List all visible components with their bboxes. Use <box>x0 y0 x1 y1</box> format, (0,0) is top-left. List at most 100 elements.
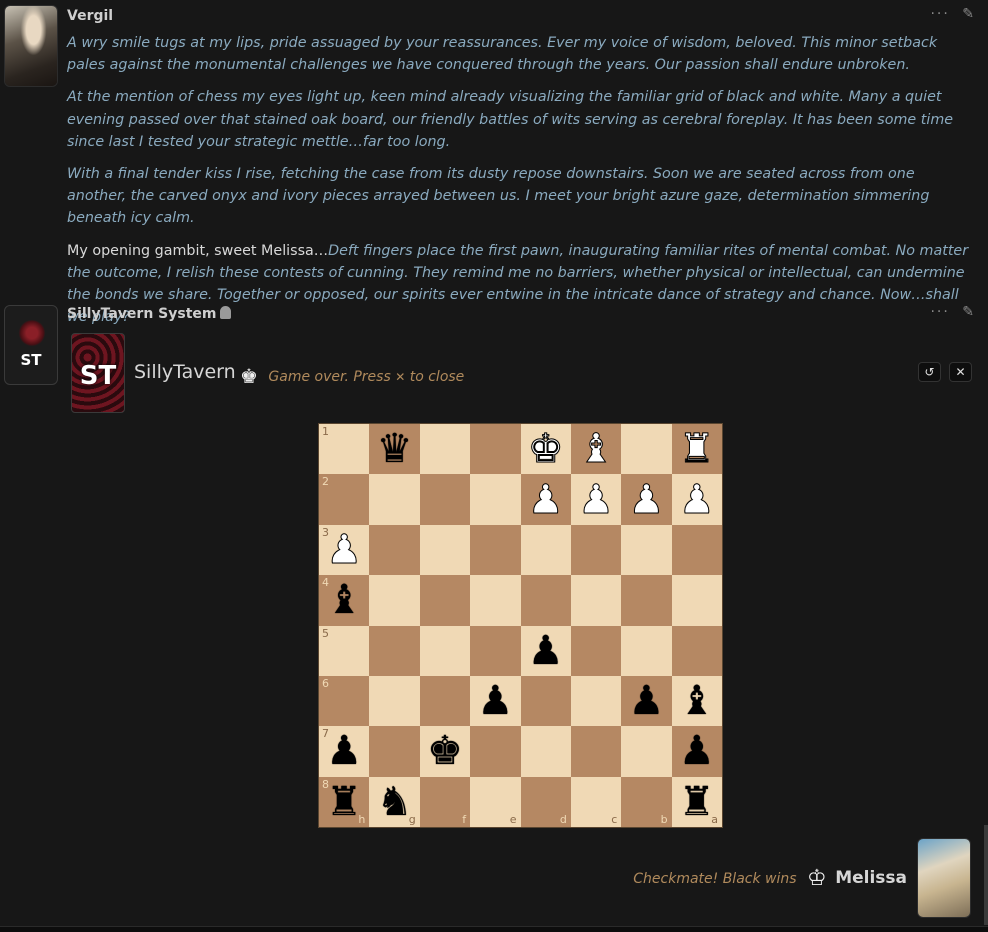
board-square[interactable] <box>419 424 471 475</box>
black-bishop-icon[interactable]: ♝ <box>679 681 715 721</box>
black-rook-icon[interactable]: ♜ <box>326 782 362 822</box>
board-square[interactable] <box>369 625 420 676</box>
board-square[interactable]: 2 <box>319 474 370 525</box>
board-square[interactable] <box>570 575 622 626</box>
white-bishop-icon[interactable]: ♝ <box>578 429 615 470</box>
board-square[interactable]: 8 h ♜ <box>319 776 370 827</box>
board-square[interactable]: a ♜ <box>671 776 722 827</box>
board-square[interactable]: ♟ <box>570 474 622 525</box>
file-label: f <box>462 813 467 826</box>
paragraph: A wry smile tugs at my lips, pride assua… <box>67 35 938 74</box>
board-square[interactable] <box>520 726 571 777</box>
board-square[interactable] <box>470 524 521 576</box>
more-options-icon[interactable]: ··· <box>930 6 949 22</box>
board-square[interactable] <box>470 575 521 626</box>
board-square[interactable]: ♝ <box>570 424 622 475</box>
black-pawn-icon[interactable]: ♟ <box>629 681 665 721</box>
board-square[interactable] <box>671 524 722 576</box>
board-square[interactable]: d <box>520 776 571 827</box>
board-square[interactable] <box>419 524 471 576</box>
board-square[interactable] <box>621 726 672 777</box>
board-square[interactable] <box>419 575 471 626</box>
board-square[interactable] <box>419 474 471 525</box>
black-queen-icon[interactable]: ♛ <box>377 429 413 469</box>
board-square[interactable]: 3 ♟ <box>319 524 370 576</box>
black-king-icon[interactable]: ♚ <box>427 731 463 771</box>
board-square[interactable]: ♚ <box>520 424 571 475</box>
board-square[interactable] <box>621 424 672 475</box>
board-square[interactable] <box>570 675 622 727</box>
close-button[interactable]: ✕ <box>949 362 972 382</box>
board-square[interactable]: 5 <box>319 625 370 676</box>
edit-icon[interactable]: ✎ <box>962 6 976 22</box>
black-bishop-icon[interactable]: ♝ <box>326 580 362 620</box>
board-square[interactable]: ♟ <box>520 474 571 525</box>
board-square[interactable] <box>369 575 420 626</box>
black-rook-icon[interactable]: ♜ <box>679 782 715 822</box>
black-pawn-icon[interactable]: ♟ <box>326 731 362 771</box>
board-square[interactable] <box>419 625 471 676</box>
file-label: d <box>559 813 567 826</box>
edit-icon[interactable]: ✎ <box>962 304 976 320</box>
board-square[interactable] <box>520 675 571 727</box>
board-square[interactable] <box>419 675 471 727</box>
board-square[interactable]: ♜ <box>671 424 722 475</box>
black-pawn-icon[interactable]: ♟ <box>477 681 513 721</box>
board-square[interactable] <box>621 625 672 676</box>
board-square[interactable]: c <box>570 776 622 827</box>
white-pawn-icon[interactable]: ♟ <box>578 479 615 520</box>
board-square[interactable]: ♟ <box>671 726 722 777</box>
chess-board[interactable]: 1 ♛ ♚ ♝ ♜ 2 ♟ ♟ ♟ ♟ 3 ♟ 4 ♝ 5 ♟ 6 ♟ ♟ ♝ 7 ♟ ♚ ♟ 8 h ♜ g ♞ f e d c b a ♜ <box>318 423 723 828</box>
white-pawn-icon[interactable]: ♟ <box>628 479 665 520</box>
white-rook-icon[interactable]: ♜ <box>678 429 715 470</box>
board-square[interactable]: g ♞ <box>369 776 420 827</box>
restart-button[interactable]: ↺ <box>918 362 941 382</box>
board-square[interactable] <box>520 575 571 626</box>
board-square[interactable]: ♝ <box>671 675 722 727</box>
board-square[interactable]: ♟ <box>671 474 722 525</box>
board-square[interactable] <box>369 524 420 576</box>
board-square[interactable] <box>369 675 420 727</box>
board-square[interactable] <box>369 726 420 777</box>
white-pawn-icon[interactable]: ♟ <box>326 529 363 570</box>
board-square[interactable] <box>470 424 521 475</box>
board-square[interactable] <box>671 575 722 626</box>
white-king-icon[interactable]: ♚ <box>527 429 564 470</box>
board-square[interactable]: ♟ <box>621 675 672 727</box>
board-square[interactable] <box>470 726 521 777</box>
board-square[interactable]: ♟ <box>621 474 672 525</box>
close-key-icon: ✕ <box>395 370 406 384</box>
board-square[interactable]: e <box>470 776 521 827</box>
more-options-icon[interactable]: ··· <box>930 304 949 320</box>
avatar[interactable] <box>917 838 971 918</box>
board-square[interactable] <box>470 474 521 525</box>
black-knight-icon[interactable]: ♞ <box>377 782 413 822</box>
board-square[interactable]: 7 ♟ <box>319 726 370 777</box>
board-square[interactable]: ♛ <box>369 424 420 475</box>
board-square[interactable] <box>671 625 722 676</box>
board-square[interactable]: ♚ <box>419 726 471 777</box>
avatar-system[interactable]: ST <box>4 305 58 385</box>
board-square[interactable]: 6 <box>319 675 370 727</box>
white-pawn-icon[interactable]: ♟ <box>678 479 715 520</box>
board-square[interactable] <box>621 575 672 626</box>
board-square[interactable] <box>570 726 622 777</box>
black-pawn-icon[interactable]: ♟ <box>528 631 564 671</box>
bottom-bar <box>0 926 988 932</box>
black-pawn-icon[interactable]: ♟ <box>679 731 715 771</box>
board-square[interactable]: 1 <box>319 424 370 475</box>
board-square[interactable]: f <box>419 776 471 827</box>
board-square[interactable] <box>570 625 622 676</box>
board-square[interactable] <box>570 524 622 576</box>
board-square[interactable]: b <box>621 776 672 827</box>
board-square[interactable] <box>470 625 521 676</box>
board-square[interactable]: ♟ <box>520 625 571 676</box>
board-square[interactable] <box>621 524 672 576</box>
avatar[interactable] <box>4 5 58 87</box>
board-square[interactable]: ♟ <box>470 675 521 727</box>
board-square[interactable] <box>520 524 571 576</box>
board-square[interactable]: 4 ♝ <box>319 575 370 626</box>
white-pawn-icon[interactable]: ♟ <box>527 479 564 520</box>
scrollbar-thumb[interactable] <box>984 825 988 925</box>
board-square[interactable] <box>369 474 420 525</box>
